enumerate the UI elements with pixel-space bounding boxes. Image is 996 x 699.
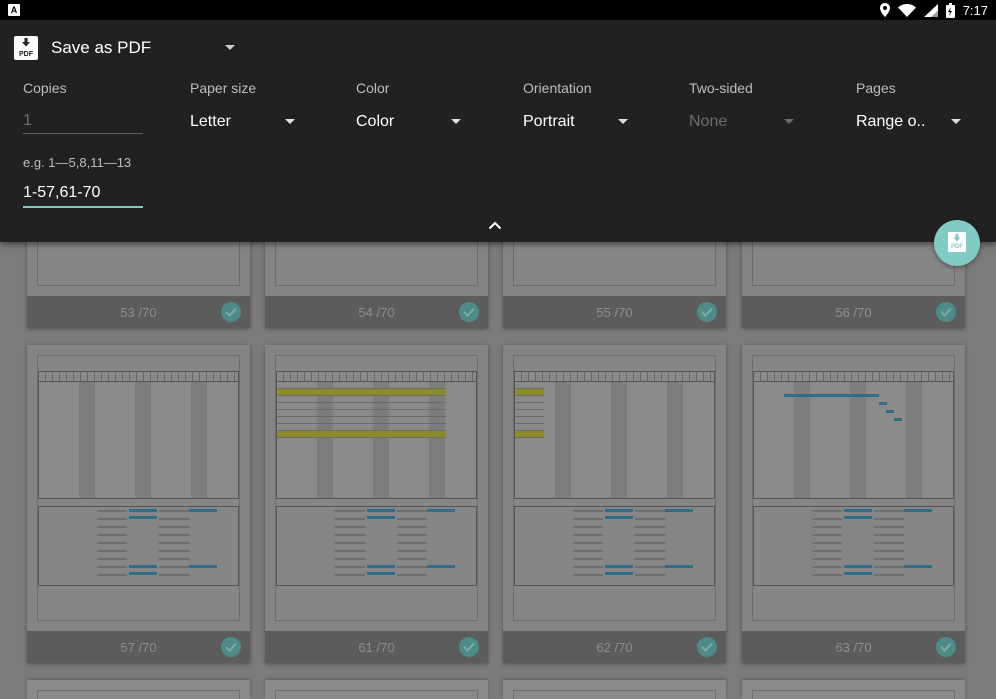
page-footer: 56 /70 [742,296,965,328]
gantt-legend [753,506,954,586]
pages-value: Range o.. [856,113,926,130]
page-content [275,355,478,621]
copies-label: Copies [23,80,67,96]
gantt-chart [276,371,477,499]
check-icon[interactable] [221,637,241,657]
page-content [752,355,955,621]
page-preview [265,345,488,631]
status-bar: A 7:17 [0,0,996,20]
page-thumbnail[interactable]: 62 /70 [503,345,726,663]
page-content [37,355,240,621]
page-preview [503,345,726,631]
chevron-down-icon[interactable] [451,119,461,124]
orientation-value: Portrait [523,113,575,130]
destination-selector[interactable]: PDF Save as PDF [14,36,151,60]
check-icon[interactable] [697,637,717,657]
page-thumbnail[interactable] [503,680,726,699]
color-label: Color [356,80,390,96]
download-pdf-icon: PDF [948,232,966,252]
paper-size-field[interactable]: Paper size Letter [190,80,320,130]
copies-input[interactable]: 1 [23,112,143,134]
check-icon[interactable] [936,302,956,322]
battery-icon [945,2,955,18]
page-footer: 61 /70 [265,631,488,663]
paper-size-label: Paper size [190,80,257,96]
page-footer: 62 /70 [503,631,726,663]
check-icon[interactable] [459,302,479,322]
gantt-chart [514,371,715,499]
gantt-legend [38,506,239,586]
save-pdf-button[interactable]: PDF [934,220,980,266]
check-icon[interactable] [697,302,717,322]
page-number-label: 54 /70 [358,305,395,320]
pages-range-input[interactable]: 1-57,61-70 [23,184,143,208]
signal-icon [923,3,938,17]
page-thumbnail[interactable]: 63 /70 [742,345,965,663]
status-icons: 7:17 [879,0,988,20]
pages-field[interactable]: Pages Range o.. [856,80,986,130]
page-footer: 53 /70 [27,296,250,328]
page-number-label: 62 /70 [596,640,633,655]
wifi-icon [897,3,916,17]
clock: 7:17 [962,2,988,18]
page-thumbnail[interactable] [27,680,250,699]
page-preview [742,345,965,631]
page-thumbnail[interactable] [265,680,488,699]
two-sided-label: Two-sided [689,80,753,96]
chevron-down-icon[interactable] [618,119,628,124]
check-icon[interactable] [936,637,956,657]
page-thumbnail[interactable]: 57 /70 [27,345,250,663]
page-footer: 63 /70 [742,631,965,663]
page-footer: 54 /70 [265,296,488,328]
page-thumbnail[interactable] [742,680,965,699]
gantt-legend [514,506,715,586]
gantt-chart [753,371,954,499]
pages-label: Pages [856,80,896,96]
page-number-label: 57 /70 [120,640,157,655]
page-number-label: 55 /70 [596,305,633,320]
page-number-label: 63 /70 [835,640,872,655]
chevron-up-icon[interactable] [488,220,502,230]
chevron-down-icon[interactable] [951,119,961,124]
color-field[interactable]: Color Color [356,80,486,130]
page-footer: 55 /70 [503,296,726,328]
pdf-file-icon: PDF [14,36,38,60]
gantt-chart [38,371,239,499]
page-thumbnail[interactable]: 61 /70 [265,345,488,663]
orientation-label: Orientation [523,80,592,96]
paper-size-value: Letter [190,113,231,130]
pages-range-hint: e.g. 1—5,8,11—13 [23,155,132,170]
two-sided-value: None [689,113,728,130]
page-number-label: 53 /70 [120,305,157,320]
page-footer: 57 /70 [27,631,250,663]
copies-field: Copies [23,80,153,96]
chevron-down-icon[interactable] [225,45,235,50]
check-icon[interactable] [459,637,479,657]
location-icon [879,3,890,17]
page-content [513,355,716,621]
check-icon[interactable] [221,302,241,322]
chevron-down-icon [784,119,794,124]
destination-title: Save as PDF [51,38,152,57]
page-number-label: 61 /70 [358,640,395,655]
print-options-panel: PDF Save as PDF Copies 1 Paper size Lett… [0,20,996,242]
app-notification-icon: A [8,4,20,16]
two-sided-field: Two-sided None [689,80,819,130]
page-preview [27,345,250,631]
chevron-down-icon[interactable] [285,119,295,124]
gantt-legend [276,506,477,586]
orientation-field[interactable]: Orientation Portrait [523,80,653,130]
color-value: Color [356,113,395,130]
page-number-label: 56 /70 [835,305,872,320]
